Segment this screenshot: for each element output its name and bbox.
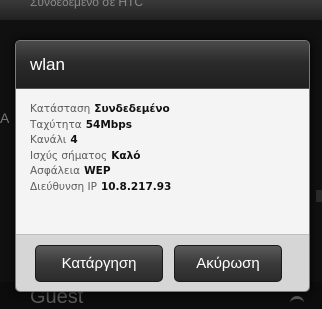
speed-value: 54Mbps xyxy=(85,118,133,131)
wifi-signal-icon xyxy=(290,296,304,307)
status-row: Κατάσταση Συνδεδεμένο xyxy=(30,102,309,118)
background-top-text: Συνδεδεμένο σε HTC xyxy=(30,0,144,9)
ip-address-label: Διεύθυνση IP xyxy=(30,180,97,193)
signal-strength-label: Ισχύς σήματος xyxy=(30,149,108,162)
status-value: Συνδεδεμένο xyxy=(94,103,170,115)
dialog-header: wlan xyxy=(16,41,309,89)
background-right-fragment xyxy=(316,190,322,202)
ip-address-value: 10.8.217.93 xyxy=(100,180,172,193)
signal-strength-value: Καλό xyxy=(111,149,141,162)
security-value: WEP xyxy=(84,165,111,178)
channel-label: Κανάλι xyxy=(30,134,67,147)
background-list-row-top: Συνδεδεμένο σε HTC xyxy=(0,0,322,20)
security-row: Ασφάλεια WEP xyxy=(30,164,309,180)
speed-label: Ταχύτητα xyxy=(30,118,82,131)
dialog-button-bar: Κατάργηση Ακύρωση xyxy=(16,234,309,291)
speed-row: Ταχύτητα 54Mbps xyxy=(30,118,309,134)
ip-address-row: Διεύθυνση IP 10.8.217.93 xyxy=(30,180,309,196)
security-label: Ασφάλεια xyxy=(30,165,81,178)
channel-row: Κανάλι 4 xyxy=(30,133,309,149)
dialog-body: Κατάσταση Συνδεδεμένο Ταχύτητα 54Mbps Κανά… xyxy=(16,89,309,234)
signal-strength-row: Ισχύς σήματος Καλό xyxy=(30,149,309,165)
cancel-button[interactable]: Ακύρωση xyxy=(174,245,282,282)
background-left-fragment: A xyxy=(0,110,10,126)
remove-button[interactable]: Κατάργηση xyxy=(35,245,163,282)
dialog-title: wlan xyxy=(30,55,65,74)
status-label: Κατάσταση xyxy=(30,103,91,115)
network-details-dialog: wlan Κατάσταση Συνδεδεμένο Ταχύτητα 54Mbps… xyxy=(15,40,310,292)
channel-value: 4 xyxy=(70,134,78,147)
